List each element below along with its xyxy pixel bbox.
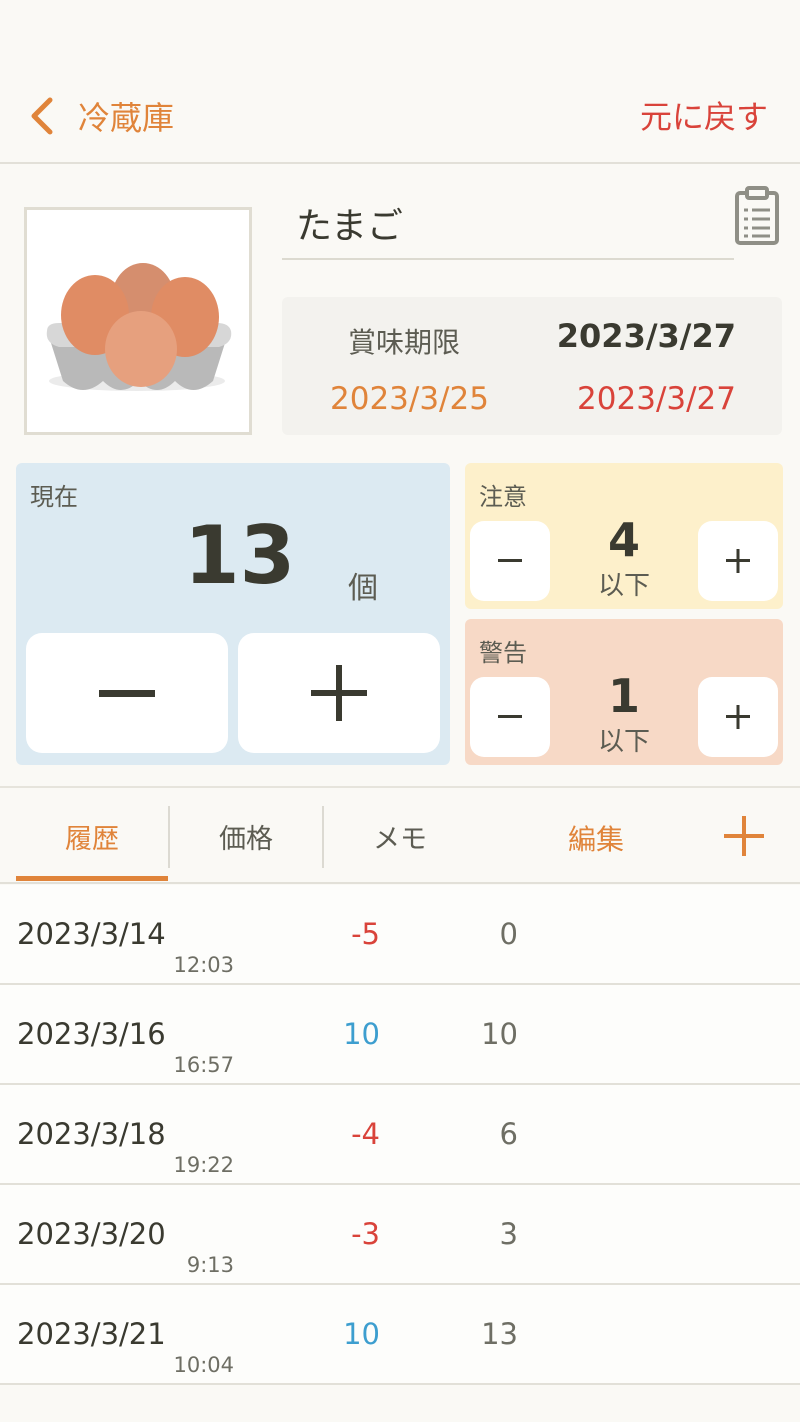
history-change: -3 [351, 1217, 380, 1251]
tab-history[interactable]: 履歴 [16, 788, 168, 884]
notice-value: 4 [607, 513, 640, 567]
history-total: 6 [499, 1117, 518, 1151]
history-total: 10 [481, 1017, 518, 1051]
history-row[interactable]: 2023/3/16 16:57 10 10 [0, 985, 800, 1085]
history-row[interactable]: 2023/3/21 10:04 10 13 [0, 1285, 800, 1385]
notice-threshold-panel: 注意 4 以下 [465, 463, 783, 609]
warning-decrease-button[interactable] [470, 677, 550, 757]
history-row[interactable]: 2023/3/18 19:22 -4 6 [0, 1085, 800, 1185]
increase-count-button[interactable] [238, 633, 440, 753]
warning-date: 2023/3/27 [577, 381, 736, 417]
edit-button[interactable]: 編集 [568, 818, 624, 858]
item-name-field[interactable]: たまご [282, 188, 734, 260]
history-date: 2023/3/20 [17, 1217, 166, 1251]
chevron-left-icon [31, 97, 53, 135]
history-change: 10 [343, 1317, 380, 1351]
warning-value: 1 [607, 669, 640, 723]
minus-icon [498, 715, 522, 718]
history-time: 16:57 [173, 1053, 234, 1077]
history-date: 2023/3/18 [17, 1117, 166, 1151]
clipboard-icon[interactable] [732, 186, 782, 246]
history-time: 12:03 [173, 953, 234, 977]
minus-icon [498, 559, 522, 562]
history-change: -5 [351, 917, 380, 951]
warning-unit: 以下 [597, 727, 650, 757]
active-tab-indicator [16, 876, 168, 881]
expiry-date-box[interactable]: 賞味期限 2023/3/27 2023/3/25 2023/3/27 [282, 297, 782, 435]
decrease-count-button[interactable] [26, 633, 228, 753]
minus-icon [99, 690, 155, 697]
expiry-label: 賞味期限 [348, 326, 461, 359]
back-button[interactable]: 冷蔵庫 [28, 92, 174, 140]
history-time: 9:13 [186, 1253, 234, 1277]
back-label: 冷蔵庫 [78, 99, 175, 137]
history-total: 3 [499, 1217, 518, 1251]
revert-button[interactable]: 元に戻す [640, 92, 768, 138]
history-total: 0 [499, 917, 518, 951]
history-time: 19:22 [173, 1153, 234, 1177]
plus-icon[interactable] [722, 814, 766, 858]
top-bar: 冷蔵庫 元に戻す [0, 0, 800, 164]
count-unit: 個 [348, 571, 378, 606]
history-row[interactable]: 2023/3/14 12:03 -5 0 [0, 885, 800, 985]
notice-title: 注意 [479, 483, 527, 511]
tab-bar: 履歴 価格 メモ 編集 [0, 786, 800, 884]
history-time: 10:04 [173, 1353, 234, 1377]
egg-carton-icon [46, 263, 232, 391]
warning-threshold-panel: 警告 1 以下 [465, 619, 783, 765]
notice-decrease-button[interactable] [470, 521, 550, 601]
current-stock-panel: 現在 13 個 [16, 463, 450, 765]
history-total: 13 [481, 1317, 518, 1351]
history-date: 2023/3/14 [17, 917, 166, 951]
warning-increase-button[interactable] [698, 677, 778, 757]
plus-icon [726, 549, 750, 573]
tab-memo[interactable]: メモ [324, 788, 476, 884]
plus-icon [726, 705, 750, 729]
history-change: -4 [351, 1117, 380, 1151]
notice-date: 2023/3/25 [330, 381, 489, 417]
history-date: 2023/3/16 [17, 1017, 166, 1051]
history-row[interactable]: 2023/3/20 9:13 -3 3 [0, 1185, 800, 1285]
notice-increase-button[interactable] [698, 521, 778, 601]
warning-title: 警告 [479, 639, 527, 667]
current-title: 現在 [30, 483, 78, 511]
tab-price[interactable]: 価格 [170, 788, 322, 884]
current-count: 13 [184, 509, 296, 602]
item-photo[interactable] [24, 207, 252, 435]
history-change: 10 [343, 1017, 380, 1051]
notice-unit: 以下 [597, 571, 650, 601]
history-list: 2023/3/14 12:03 -5 0 2023/3/16 16:57 10 … [0, 885, 800, 1385]
history-date: 2023/3/21 [17, 1317, 166, 1351]
plus-icon [311, 665, 367, 721]
expiry-date: 2023/3/27 [556, 317, 736, 355]
